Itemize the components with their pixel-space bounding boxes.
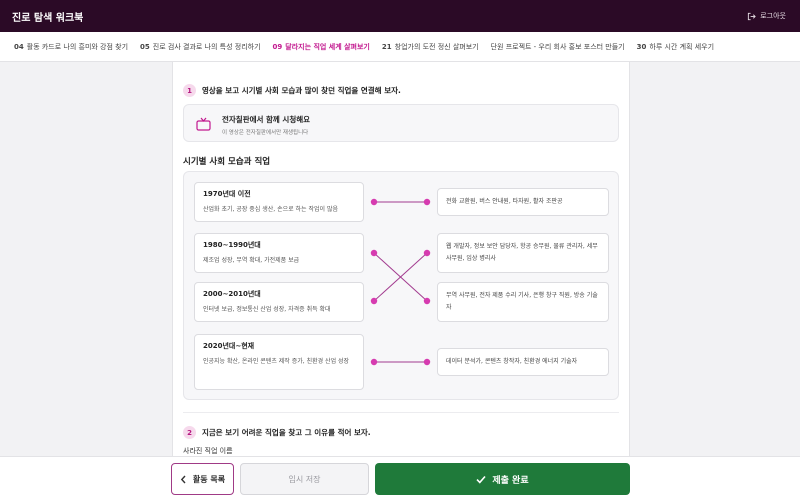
tab-label: 진로 검사 결과로 나의 특성 정리하기 bbox=[152, 43, 261, 51]
job-text: 데이터 분석가, 콘텐츠 창작자, 친환경 에너지 기술자 bbox=[446, 358, 578, 365]
question-1: 1 영상을 보고 시기별 사회 모습과 많이 찾던 직업을 연결해 보자. bbox=[183, 84, 401, 97]
era-description: 인터넷 보급, 정보통신 산업 성장, 자격증 취득 확대 bbox=[203, 306, 331, 313]
tab-number: 21 bbox=[381, 43, 392, 51]
tab-21[interactable]: 21 창업가의 도전 정신 살펴보기 bbox=[376, 32, 485, 61]
tab-label: 달라지는 직업 세계 살펴보기 bbox=[285, 43, 370, 51]
job-text: 무역 사무원, 전자 제품 수리 기사, 은행 창구 직원, 방송 기술자 bbox=[446, 292, 598, 311]
activity-list-button[interactable]: 활동 목록 bbox=[171, 463, 234, 495]
era-title: 2020년대~현재 bbox=[203, 342, 255, 350]
temp-save-button[interactable]: 임시 저장 bbox=[240, 463, 369, 495]
job-text: 전화 교환원, 버스 안내원, 타자원, 활자 조판공 bbox=[446, 198, 563, 205]
tab-bar: 04 활동 카드로 나의 흥미와 강점 찾기 05 진로 검사 결과로 나의 특… bbox=[0, 32, 800, 62]
tab-number: 30 bbox=[636, 43, 647, 51]
job-card-1[interactable]: 웹 개발자, 정보 보안 담당자, 항공 승무원, 물류 관리자, 세무 사무원… bbox=[437, 233, 609, 273]
tab-label: 단원 프로젝트 - 우리 회사 홍보 포스터 만들기 bbox=[490, 43, 625, 51]
era-1-dot[interactable] bbox=[370, 249, 378, 257]
job-card-3[interactable]: 데이터 분석가, 콘텐츠 창작자, 친환경 에너지 기술자 bbox=[437, 348, 609, 376]
video-subtitle: 이 영상은 전자칠판에서만 재생됩니다 bbox=[222, 130, 309, 136]
logout-button[interactable]: 로그아웃 bbox=[747, 0, 786, 32]
tab-label: 하루 시간 계획 세우기 bbox=[649, 43, 715, 51]
tab-unit-project[interactable]: 단원 프로젝트 - 우리 회사 홍보 포스터 만들기 bbox=[485, 32, 631, 61]
question-number-badge: 1 bbox=[183, 84, 196, 97]
app-title: 진로 탐색 워크북 bbox=[12, 12, 84, 24]
job-0-dot[interactable] bbox=[423, 198, 431, 206]
question-2: 2 지금은 보기 어려운 직업을 찾고 그 이유를 적어 보자. bbox=[183, 426, 371, 439]
tab-label: 활동 카드로 나의 흥미와 강점 찾기 bbox=[26, 43, 129, 51]
question-2-subheading: 사라진 직업 이름 bbox=[183, 447, 233, 455]
job-1-dot[interactable] bbox=[423, 249, 431, 257]
job-text: 웹 개발자, 정보 보안 담당자, 항공 승무원, 물류 관리자, 세무 사무원… bbox=[446, 243, 598, 262]
era-title: 2000~2010년대 bbox=[203, 290, 261, 298]
logout-label: 로그아웃 bbox=[760, 12, 786, 20]
submit-button[interactable]: 제출 완료 bbox=[375, 463, 630, 495]
tab-30[interactable]: 30 하루 시간 계획 세우기 bbox=[631, 32, 720, 61]
job-2-dot[interactable] bbox=[423, 297, 431, 305]
job-3-dot[interactable] bbox=[423, 358, 431, 366]
era-description: 산업화 초기, 공장 중심 생산, 손으로 하는 작업이 많음 bbox=[203, 206, 338, 213]
era-2-dot[interactable] bbox=[370, 297, 378, 305]
submit-label: 제출 완료 bbox=[492, 475, 529, 486]
era-title: 1980~1990년대 bbox=[203, 241, 261, 249]
job-card-2[interactable]: 무역 사무원, 전자 제품 수리 기사, 은행 창구 직원, 방송 기술자 bbox=[437, 282, 609, 322]
top-bar: 진로 탐색 워크북 로그아웃 bbox=[0, 0, 800, 32]
era-card-1980s[interactable]: 1980~1990년대 제조업 성장, 무역 확대, 가전제품 보급 bbox=[194, 233, 364, 273]
era-card-1970s[interactable]: 1970년대 이전 산업화 초기, 공장 중심 생산, 손으로 하는 작업이 많… bbox=[194, 182, 364, 222]
tab-04[interactable]: 04 활동 카드로 나의 흥미와 강점 찾기 bbox=[8, 32, 134, 61]
tv-icon bbox=[196, 117, 211, 131]
tab-label: 창업가의 도전 정신 살펴보기 bbox=[394, 43, 479, 51]
video-title: 전자칠판에서 함께 시청해요 bbox=[222, 115, 311, 124]
section-title: 시기별 사회 모습과 직업 bbox=[183, 157, 271, 167]
question-number-badge: 2 bbox=[183, 426, 196, 439]
era-description: 인공지능 확산, 온라인 콘텐츠 제작 증가, 친환경 산업 성장 bbox=[203, 358, 350, 365]
video-notice: 전자칠판에서 함께 시청해요 이 영상은 전자칠판에서만 재생됩니다 bbox=[183, 104, 619, 142]
era-card-2020s[interactable]: 2020년대~현재 인공지능 확산, 온라인 콘텐츠 제작 증가, 친환경 산업… bbox=[194, 334, 364, 390]
activity-list-label: 활동 목록 bbox=[192, 474, 226, 484]
footer-bar: 활동 목록 임시 저장 제출 완료 bbox=[0, 456, 800, 500]
question-2-text: 지금은 보기 어려운 직업을 찾고 그 이유를 적어 보자. bbox=[202, 428, 371, 437]
question-1-text: 영상을 보고 시기별 사회 모습과 많이 찾던 직업을 연결해 보자. bbox=[202, 86, 401, 95]
matching-panel: 1970년대 이전 산업화 초기, 공장 중심 생산, 손으로 하는 작업이 많… bbox=[183, 171, 619, 400]
era-description: 제조업 성장, 무역 확대, 가전제품 보급 bbox=[203, 257, 300, 264]
job-card-0[interactable]: 전화 교환원, 버스 안내원, 타자원, 활자 조판공 bbox=[437, 188, 609, 216]
era-3-dot[interactable] bbox=[370, 358, 378, 366]
tab-number: 09 bbox=[272, 43, 283, 51]
era-title: 1970년대 이전 bbox=[203, 190, 251, 198]
tab-09[interactable]: 09 달라지는 직업 세계 살펴보기 bbox=[267, 32, 376, 61]
era-card-2000s[interactable]: 2000~2010년대 인터넷 보급, 정보통신 산업 성장, 자격증 취득 확… bbox=[194, 282, 364, 322]
era-0-dot[interactable] bbox=[370, 198, 378, 206]
tab-05[interactable]: 05 진로 검사 결과로 나의 특성 정리하기 bbox=[134, 32, 266, 61]
temp-save-label: 임시 저장 bbox=[288, 474, 321, 484]
logout-icon bbox=[748, 12, 756, 20]
section-divider bbox=[183, 412, 619, 413]
tab-number: 05 bbox=[140, 43, 150, 51]
chevron-left-icon bbox=[180, 475, 186, 483]
tab-number: 04 bbox=[14, 43, 24, 51]
check-icon bbox=[476, 475, 486, 484]
worksheet-content[interactable]: 1 영상을 보고 시기별 사회 모습과 많이 찾던 직업을 연결해 보자. 전자… bbox=[172, 62, 630, 456]
